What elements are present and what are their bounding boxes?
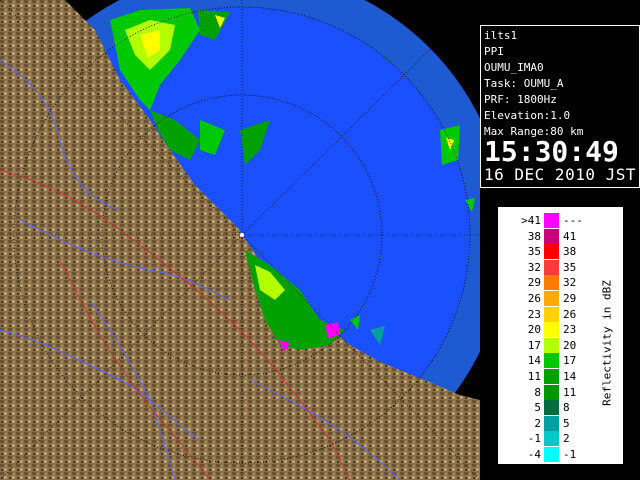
- legend-lower-bound: -4: [527, 448, 541, 461]
- legend-lower-bound: 8: [534, 385, 541, 399]
- legend-row: 20 23: [503, 322, 593, 338]
- legend-upper-bound: 23: [563, 323, 577, 337]
- legend-row: 25: [503, 415, 593, 431]
- legend-color-swatch: [544, 291, 559, 306]
- legend-upper-bound: 26: [563, 307, 577, 321]
- legend-lower-bound: 26: [527, 292, 541, 305]
- task-name: Task: OUMU_A: [484, 77, 564, 90]
- legend-upper-bound: 29: [563, 292, 577, 305]
- site-name: ilts1: [484, 29, 518, 42]
- scan-mode: PPI: [484, 45, 504, 58]
- legend-color-swatch: [544, 306, 559, 322]
- legend-row: 32 35: [503, 259, 593, 275]
- legend-upper-bound: 8: [563, 401, 570, 415]
- legend-upper-bound: 5: [563, 416, 570, 430]
- legend-upper-bound: -1: [563, 448, 577, 461]
- legend-lower-bound: >41: [521, 214, 541, 227]
- legend-row: 17 20: [503, 337, 593, 353]
- legend-row: 23 26: [503, 306, 593, 322]
- legend-upper-bound: 11: [563, 385, 577, 399]
- legend-lower-bound: -1: [527, 432, 541, 446]
- scan-date: 16 DEC 2010 JST: [484, 165, 636, 184]
- legend-upper-bound: 32: [563, 276, 577, 290]
- legend-row: -4 -1: [503, 447, 593, 462]
- legend-color-swatch: [544, 322, 559, 338]
- legend-row: 38 41: [503, 228, 593, 244]
- legend-color-swatch: [544, 353, 559, 369]
- legend-unit-label: Reflectivity in dBZ: [600, 280, 614, 406]
- legend-color-swatch: [544, 431, 559, 447]
- legend-color-swatch: [544, 213, 559, 228]
- legend-color-swatch: [544, 228, 559, 244]
- legend-upper-bound: 41: [563, 229, 577, 243]
- legend-upper-bound: 38: [563, 245, 577, 259]
- legend-color-swatch: [544, 415, 559, 431]
- legend-lower-bound: 20: [527, 323, 541, 337]
- legend-lower-bound: 29: [527, 276, 541, 290]
- scan-name: OUMU_IMA0: [484, 61, 544, 74]
- legend-lower-bound: 14: [527, 354, 541, 368]
- legend-row: 35 38: [503, 244, 593, 260]
- legend-lower-bound: 11: [527, 370, 541, 383]
- legend-color-swatch: [544, 384, 559, 400]
- legend-lower-bound: 2: [534, 416, 541, 430]
- legend-row: -1 2: [503, 431, 593, 447]
- legend-color-swatch: [544, 337, 559, 353]
- legend-row: 58: [503, 400, 593, 416]
- legend-color-swatch: [544, 275, 559, 291]
- legend-lower-bound: 35: [527, 245, 541, 259]
- legend-upper-bound: 35: [563, 260, 577, 274]
- legend-color-swatch: [544, 447, 559, 462]
- scan-time: 15:30:49: [484, 135, 619, 168]
- legend-upper-bound: ---: [563, 214, 583, 227]
- legend-color-swatch: [544, 369, 559, 384]
- legend-lower-bound: 32: [527, 260, 541, 274]
- reflectivity-legend: >41 --- 38 41 35 38 32 35 29 32 26 29 23 26 20 23 17 20 14…: [498, 207, 623, 464]
- legend-upper-bound: 14: [563, 370, 577, 383]
- legend-row: 14 17: [503, 353, 593, 369]
- legend-row: 8 11: [503, 384, 593, 400]
- legend-upper-bound: 17: [563, 354, 577, 368]
- legend-color-swatch: [544, 244, 559, 260]
- legend-row: 29 32: [503, 275, 593, 291]
- legend-color-swatch: [544, 259, 559, 275]
- prf-value: PRF: 1800Hz: [484, 93, 557, 106]
- legend-upper-bound: 2: [563, 432, 570, 446]
- radar-site-marker: [240, 233, 244, 237]
- legend-lower-bound: 5: [534, 401, 541, 415]
- legend-row: >41 ---: [503, 213, 593, 228]
- legend-row: 26 29: [503, 291, 593, 306]
- radar-ppi-map: [0, 0, 480, 480]
- elevation-value: Elevation:1.0: [484, 109, 571, 122]
- legend-upper-bound: 20: [563, 338, 577, 352]
- legend-lower-bound: 23: [527, 307, 541, 321]
- scan-info-panel: ilts1 PPI OUMU_IMA0 Task: OUMU_A PRF: 18…: [480, 25, 640, 188]
- legend-lower-bound: 38: [527, 229, 541, 243]
- legend-row: 11 14: [503, 369, 593, 384]
- legend-lower-bound: 17: [527, 338, 541, 352]
- legend-color-swatch: [544, 400, 559, 416]
